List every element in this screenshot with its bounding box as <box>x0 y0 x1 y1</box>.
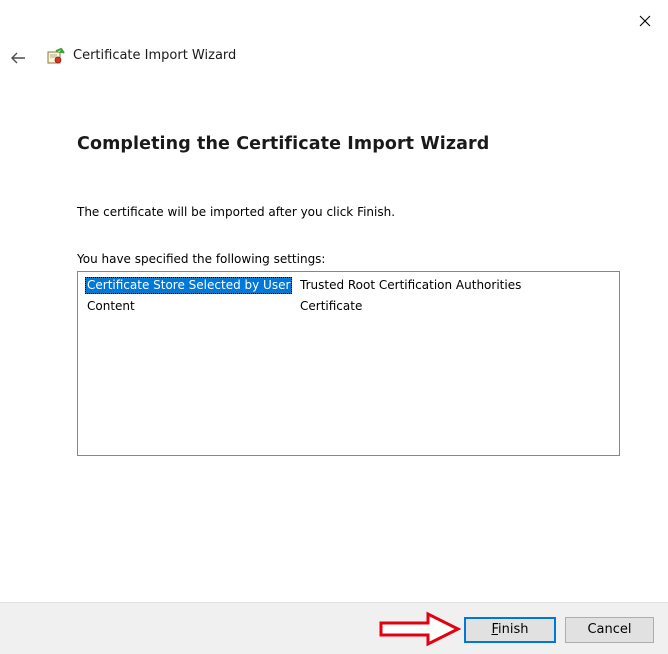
window-title: Certificate Import Wizard <box>73 48 237 63</box>
back-button[interactable] <box>6 46 30 70</box>
settings-listbox[interactable]: Certificate Store Selected by User Trust… <box>77 271 620 456</box>
setting-name: Content <box>87 299 135 313</box>
settings-label: You have specified the following setting… <box>77 252 326 266</box>
certificate-icon <box>47 47 65 64</box>
intro-text: The certificate will be imported after y… <box>77 205 396 219</box>
page-heading: Completing the Certificate Import Wizard <box>77 134 490 154</box>
close-button[interactable] <box>630 8 660 34</box>
back-arrow-icon <box>11 52 25 64</box>
button-bar: Finish Cancel <box>0 602 668 654</box>
setting-value: Certificate <box>300 299 363 313</box>
red-arrow-icon <box>379 611 462 647</box>
close-icon <box>639 15 651 27</box>
cancel-button[interactable]: Cancel <box>565 617 654 643</box>
finish-button[interactable]: Finish <box>464 617 556 643</box>
setting-value: Trusted Root Certification Authorities <box>300 278 522 292</box>
setting-name: Certificate Store Selected by User <box>85 277 293 294</box>
